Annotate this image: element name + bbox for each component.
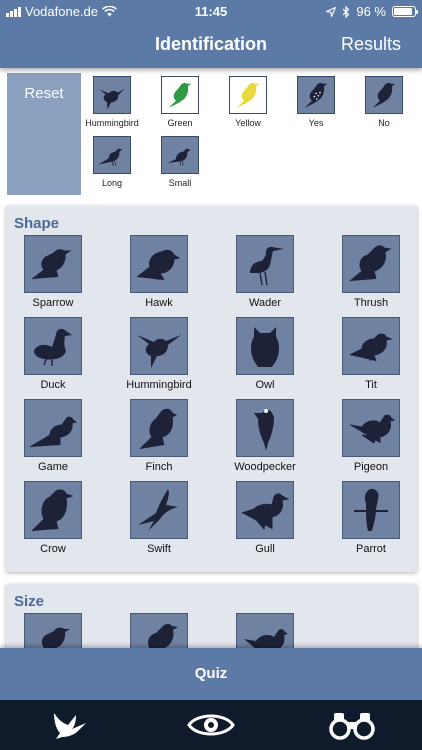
shape-crow[interactable]: Crow [3,481,103,555]
shape-parrot[interactable]: Parrot [321,481,421,555]
hummingbird-icon [130,317,188,375]
status-bar: Vodafone.de 11:45 96 % [0,0,422,22]
finch-icon [130,399,188,457]
shape-tit[interactable]: Tit [321,317,421,391]
shape-label: Hawk [145,297,173,309]
spotted-bird-icon [297,76,335,114]
thrush-icon [342,235,400,293]
wader-icon [236,235,294,293]
shape-duck[interactable]: Duck [3,317,103,391]
plain-bird-icon [365,76,403,114]
shape-label: Woodpecker [234,461,296,473]
small-bird-icon [161,136,199,174]
pigeon-icon [342,399,400,457]
parrot-icon [342,481,400,539]
shape-label: Thrush [353,297,389,309]
shape-hawk[interactable]: Hawk [109,235,209,309]
shape-sparrow[interactable]: Sparrow [3,235,103,309]
shape-label: Pigeon [353,461,389,473]
battery-icon [392,6,418,17]
shape-section: Shape Sparrow Hawk Wader Thrush Duck Hum… [6,206,417,572]
shape-label: Gull [255,543,275,555]
shape-label: Sparrow [32,297,74,309]
long-tail-bird-icon [93,136,131,174]
bird-flying-icon [54,713,86,739]
shape-label: Owl [255,379,275,391]
shape-label: Parrot [356,543,386,555]
hawk-icon [130,235,188,293]
bluetooth-icon [342,5,350,18]
yellow-bird-icon [229,76,267,114]
shape-swift[interactable]: Swift [109,481,209,555]
filter-no[interactable]: No [349,76,419,128]
filter-label: Hummingbird [85,118,139,128]
reset-button[interactable]: Reset [7,73,81,195]
shape-label: Crow [40,543,66,555]
shape-label: Hummingbird [126,379,192,391]
woodpecker-icon [236,399,294,457]
tab-binoculars[interactable] [322,706,382,744]
filter-label: Yes [308,118,324,128]
filter-yellow[interactable]: Yellow [213,76,283,128]
green-bird-icon [161,76,199,114]
owl-icon [236,317,294,375]
hummingbird-icon [93,76,131,114]
quiz-button[interactable]: Quiz [0,648,422,700]
filter-long[interactable]: Long [77,136,147,188]
shape-label: Game [38,461,68,473]
shape-section-title: Shape [14,215,60,232]
shape-wader[interactable]: Wader [215,235,315,309]
game-bird-icon [24,399,82,457]
tit-icon [342,317,400,375]
shape-label: Duck [40,379,66,391]
shape-hummingbird[interactable]: Hummingbird [109,317,209,391]
filter-label: Green [167,118,193,128]
tab-observe[interactable] [181,706,241,744]
top-bar: Vodafone.de 11:45 96 % Identification Re… [0,0,422,68]
shape-label: Finch [145,461,173,473]
shape-thrush[interactable]: Thrush [321,235,421,309]
crow-icon [24,481,82,539]
gull-icon [236,481,294,539]
filter-yes[interactable]: Yes [281,76,351,128]
swift-icon [130,481,188,539]
shape-game[interactable]: Game [3,399,103,473]
shape-owl[interactable]: Owl [215,317,315,391]
results-button[interactable]: Results [341,34,401,55]
filter-label: Long [101,178,123,188]
battery-percent: 96 % [356,4,386,19]
shape-pigeon[interactable]: Pigeon [321,399,421,473]
duck-icon [24,317,82,375]
filter-small[interactable]: Small [145,136,215,188]
size-section-title: Size [14,593,45,610]
selected-filters: Reset Hummingbird Green Yellow Yes No Lo… [0,68,422,196]
shape-label: Wader [249,297,281,309]
app-screen: Vodafone.de 11:45 96 % Identification Re… [0,0,422,750]
shape-woodpecker[interactable]: Woodpecker [215,399,315,473]
location-arrow-icon [326,6,337,17]
shape-gull[interactable]: Gull [215,481,315,555]
eye-icon [187,714,235,736]
sparrow-icon [24,235,82,293]
shape-finch[interactable]: Finch [109,399,209,473]
filter-label: Small [168,178,192,188]
tab-identification[interactable] [40,706,100,744]
shape-label: Swift [147,543,171,555]
tab-bar [0,700,422,750]
binoculars-icon [329,713,375,740]
filter-label: Yellow [235,118,261,128]
filter-label: No [378,118,390,128]
filter-hummingbird[interactable]: Hummingbird [77,76,147,128]
shape-label: Tit [365,379,377,391]
filter-green[interactable]: Green [145,76,215,128]
